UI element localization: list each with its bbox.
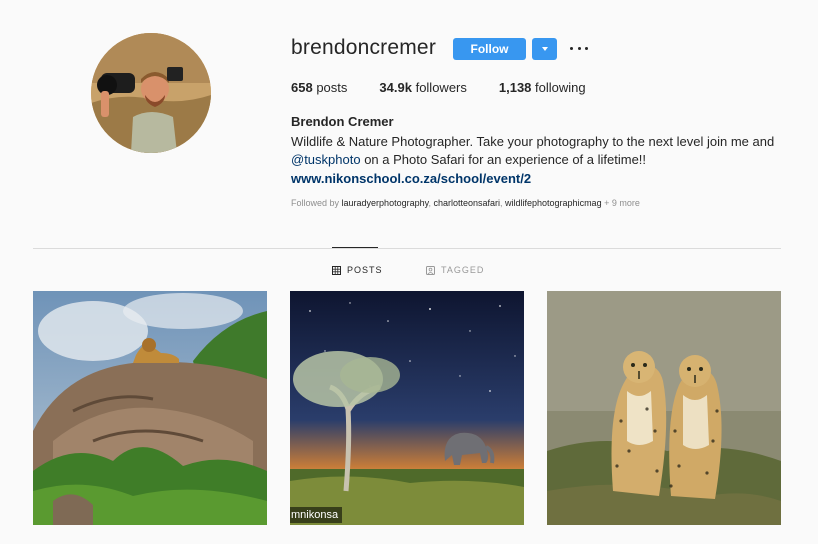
profile-username: brendoncremer (291, 36, 437, 59)
grid-icon (332, 265, 341, 275)
post-tile[interactable] (33, 291, 267, 525)
followed-by-prefix: Followed by (291, 198, 342, 208)
tab-posts[interactable]: POSTS (332, 265, 383, 275)
more-options-button[interactable] (570, 40, 588, 56)
lion-on-rock-photo (33, 291, 267, 525)
followers-stat[interactable]: 34.9k followers (379, 80, 466, 95)
tabs-divider (33, 248, 781, 249)
post-tile[interactable] (547, 291, 781, 525)
suggestions-dropdown-button[interactable] (532, 38, 557, 60)
bio-line-1: Wildlife & Nature Photographer. Take you… (291, 134, 775, 149)
following-stat[interactable]: 1,138 following (499, 80, 586, 95)
tab-tagged-label: TAGGED (441, 265, 485, 275)
followed-by: Followed by lauradyerphotography, charlo… (291, 198, 640, 208)
follow-button[interactable]: Follow (453, 38, 526, 60)
post-tile[interactable]: mnikonsa (290, 291, 524, 525)
following-count: 1,138 (498, 80, 532, 95)
followed-by-account[interactable]: charlotteonsafari (433, 198, 500, 208)
profile-full-name: Brendon Cremer (291, 114, 394, 129)
profile-avatar[interactable] (91, 33, 211, 153)
tagged-icon (426, 265, 435, 275)
followed-by-account[interactable]: wildlifephotographicmag (505, 198, 602, 208)
posts-count-stat: 658 posts (291, 80, 347, 95)
following-label: following (535, 80, 586, 95)
profile-stats: 658 posts 34.9k followers 1,138 followin… (291, 80, 618, 95)
bio-line-2-text: on a Photo Safari for an experience of a… (360, 152, 647, 167)
elephant-night-sky-photo (290, 291, 524, 525)
two-cheetahs-photo (547, 291, 781, 525)
bio-mention-link[interactable]: @tuskphoto (291, 152, 361, 167)
avatar-photo (91, 33, 211, 153)
tab-tagged[interactable]: TAGGED (426, 265, 484, 275)
more-dot-icon (585, 46, 588, 50)
posts-label: posts (316, 80, 348, 95)
tab-posts-label: POSTS (347, 265, 383, 275)
more-dot-icon (570, 46, 573, 50)
followed-by-more[interactable]: + 9 more (602, 198, 640, 208)
profile-website-link[interactable]: www.nikonschool.co.za/school/event/2 (291, 170, 531, 188)
followers-label: followers (415, 80, 467, 95)
followed-by-account[interactable]: lauradyerphotography (342, 198, 429, 208)
active-tab-indicator (332, 247, 378, 248)
posts-count: 658 (291, 80, 313, 95)
chevron-down-icon (541, 47, 548, 51)
post-watermark: mnikonsa (290, 507, 343, 523)
followers-count: 34.9k (379, 80, 412, 95)
more-dot-icon (577, 46, 581, 50)
bio-line-2: @tuskphoto on a Photo Safari for an expe… (291, 151, 646, 169)
